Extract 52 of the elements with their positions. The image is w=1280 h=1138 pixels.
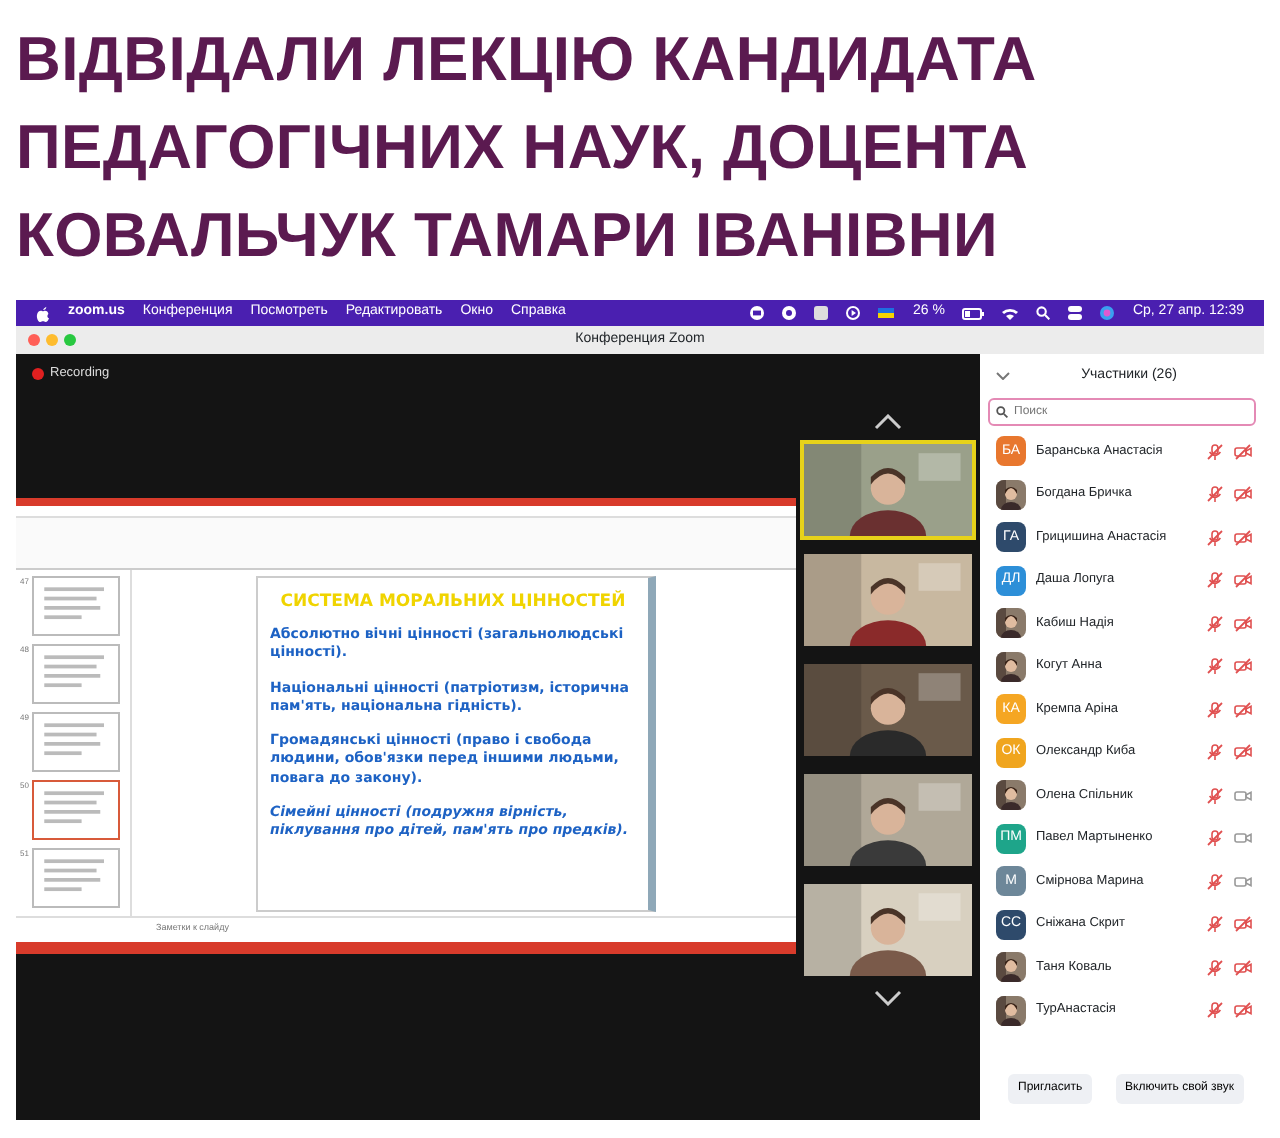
mic-muted-icon[interactable] xyxy=(1206,830,1224,847)
slide-thumbnail[interactable] xyxy=(32,644,121,704)
slide-thumbnail[interactable] xyxy=(32,576,121,636)
slide-thumbnail[interactable] xyxy=(32,712,121,772)
camera-off-icon[interactable] xyxy=(1234,486,1252,503)
camera-off-icon[interactable] xyxy=(1234,443,1252,460)
heading-line: ПЕДАГОГІЧНИХ НАУК, ДОЦЕНТА xyxy=(16,110,1031,186)
mic-muted-icon[interactable] xyxy=(1206,486,1224,503)
mic-muted-icon[interactable] xyxy=(1206,443,1224,460)
camera-off-icon[interactable] xyxy=(1234,658,1252,675)
mic-muted-icon[interactable] xyxy=(1206,658,1224,675)
heading-line: КОВАЛЬЧУК ТАМАРИ ІВАНІВНИ xyxy=(16,198,1000,274)
camera-off-icon[interactable] xyxy=(1234,959,1252,976)
mic-muted-icon[interactable] xyxy=(1206,873,1224,890)
camera-icon[interactable] xyxy=(1234,873,1252,890)
camera-off-icon[interactable] xyxy=(1234,744,1252,761)
battery-icon[interactable] xyxy=(962,307,985,319)
slide-thumbnail[interactable] xyxy=(32,780,121,840)
camera-icon[interactable] xyxy=(1234,830,1252,847)
camera-off-icon[interactable] xyxy=(1234,1002,1252,1019)
camera-off-icon[interactable] xyxy=(1234,916,1252,933)
camera-icon[interactable] xyxy=(1234,787,1252,804)
mic-muted-icon[interactable] xyxy=(1206,916,1224,933)
play-icon[interactable] xyxy=(846,306,861,320)
chevron-up-icon[interactable] xyxy=(874,414,902,430)
siri-icon[interactable] xyxy=(1100,306,1115,320)
zoom-icon[interactable] xyxy=(750,306,765,320)
record-icon[interactable] xyxy=(782,306,797,320)
camera-off-icon[interactable] xyxy=(1234,701,1252,718)
mic-muted-icon[interactable] xyxy=(1206,959,1224,976)
slide-thumbnail[interactable] xyxy=(32,848,121,908)
mic-muted-icon[interactable] xyxy=(1206,615,1224,632)
control-center-icon[interactable] xyxy=(1068,306,1083,320)
heading-line: ВІДВІДАЛИ ЛЕКЦІЮ КАНДИДАТА xyxy=(16,22,1039,98)
mic-muted-icon[interactable] xyxy=(1206,529,1224,546)
mic-muted-icon[interactable] xyxy=(1206,701,1224,718)
camera-off-icon[interactable] xyxy=(1234,615,1252,632)
recording-icon xyxy=(32,368,44,380)
flag-icon[interactable] xyxy=(878,308,895,318)
camera-off-icon[interactable] xyxy=(1234,529,1252,546)
chevron-down-icon[interactable] xyxy=(874,990,902,1006)
close-button[interactable] xyxy=(28,334,40,346)
mic-muted-icon[interactable] xyxy=(1206,787,1224,804)
wifi-icon[interactable] xyxy=(1002,307,1019,319)
mic-muted-icon[interactable] xyxy=(1206,1002,1224,1019)
search-icon[interactable] xyxy=(1036,306,1051,320)
apple-icon[interactable] xyxy=(36,305,50,321)
slide-title: СИСТЕМА МОРАЛЬНИХ ЦІННОСТЕЙ xyxy=(278,589,628,615)
mic-muted-icon[interactable] xyxy=(1206,744,1224,761)
app-icon[interactable] xyxy=(814,306,829,320)
mic-muted-icon[interactable] xyxy=(1206,572,1224,589)
camera-off-icon[interactable] xyxy=(1234,572,1252,589)
